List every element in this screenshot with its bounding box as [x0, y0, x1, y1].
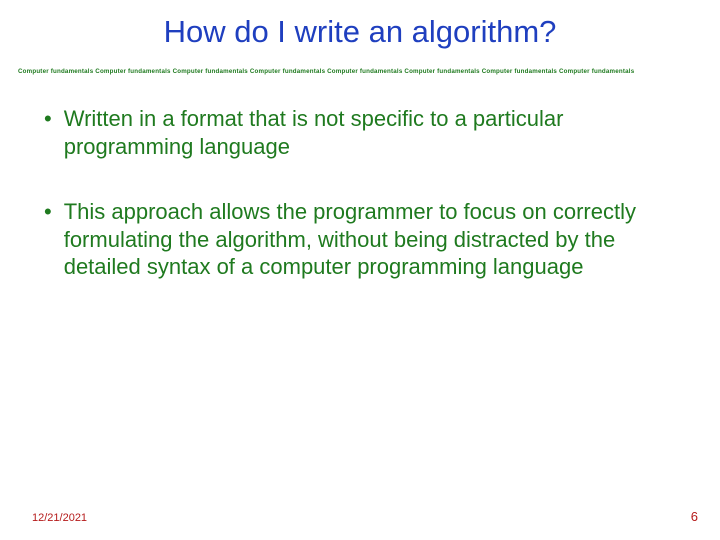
content-area: • Written in a format that is not specif… [0, 75, 720, 281]
bullet-dot: • [40, 105, 64, 160]
bullet-text: Written in a format that is not specific… [64, 105, 680, 160]
bullet-item: • Written in a format that is not specif… [40, 105, 680, 160]
bullet-text: This approach allows the programmer to f… [64, 198, 680, 281]
ribbon-text: Computer fundamentals Computer fundament… [0, 50, 720, 75]
bullet-dot: • [40, 198, 64, 281]
slide-title: How do I write an algorithm? [0, 0, 720, 50]
footer-page-number: 6 [691, 509, 698, 524]
bullet-item: • This approach allows the programmer to… [40, 198, 680, 281]
footer-date: 12/21/2021 [32, 512, 87, 524]
